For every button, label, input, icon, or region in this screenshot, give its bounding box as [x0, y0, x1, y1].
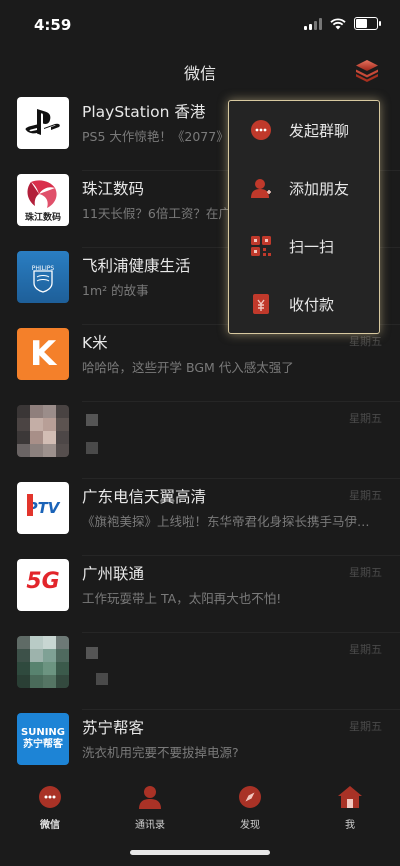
chat-name: 广东电信天翼高清 [82, 488, 207, 506]
page-title: 微信 [183, 64, 216, 83]
compass-icon [239, 786, 261, 808]
tab-label: 我 [345, 820, 355, 831]
chat-name: 苏宁帮客 [82, 719, 145, 737]
payment-icon [253, 294, 269, 314]
chat-time: 星期五 [349, 566, 382, 579]
blurred-avatar [17, 405, 69, 457]
tab-chats[interactable]: 微信 [0, 784, 100, 838]
chat-name: PlayStation 香港 [82, 103, 206, 121]
avatar: 5G [17, 559, 69, 611]
avatar [17, 97, 69, 149]
chat-snippet: 《旗袍美探》上线啦！东华帝君化身探长携手马伊… [82, 514, 370, 529]
chat-bubble-icon [251, 120, 271, 140]
avatar-label: K [29, 334, 57, 374]
add-person-icon [251, 179, 271, 198]
blurred-avatar [17, 636, 69, 688]
wifi-icon [330, 17, 346, 29]
blurred-name [86, 647, 98, 659]
tab-label: 通讯录 [135, 820, 165, 831]
chat-name: 广州联通 [82, 565, 145, 583]
tab-label: 微信 [40, 820, 60, 831]
philips-shield-icon [33, 270, 53, 293]
list-item[interactable]: K K米 哈哈哈，这些开学 BGM 代入感太强了 星期五 [0, 325, 400, 402]
chat-name: 飞利浦健康生活 [82, 257, 191, 275]
chat-time: 星期五 [349, 643, 382, 656]
avatar-label: 珠江数码 [24, 213, 61, 223]
menu-item-label: 扫一扫 [289, 238, 335, 256]
avatar: 珠江数码 [17, 174, 69, 226]
tab-contacts[interactable]: 通讯录 [100, 784, 200, 838]
nav-bar: 微信 [0, 48, 400, 94]
chat-snippet: 洗衣机用完要不要拔掉电源? [82, 745, 239, 760]
menu-item-payment[interactable]: 收付款 [229, 275, 379, 333]
home-icon [338, 786, 362, 808]
blurred-name [86, 414, 98, 426]
menu-item-add-friend[interactable]: 添加朋友 [229, 159, 379, 217]
menu-item-scan[interactable]: 扫一扫 [229, 217, 379, 275]
contacts-icon [139, 786, 161, 809]
avatar-label: PTV [26, 499, 60, 517]
avatar: PTV [17, 482, 69, 534]
menu-item-group-chat[interactable]: 发起群聊 [229, 101, 379, 159]
tab-label: 发现 [240, 820, 260, 831]
list-item[interactable]: 星期五 [0, 633, 400, 710]
menu-item-label: 添加朋友 [289, 180, 350, 198]
avatar [17, 636, 69, 688]
avatar: PHILIPS [17, 251, 69, 303]
battery-icon [354, 17, 381, 30]
playstation-logo [25, 109, 60, 135]
chat-time: 星期五 [349, 489, 382, 502]
signal-icon [304, 17, 322, 30]
chat-snippet: 哈哈哈，这些开学 BGM 代入感太强了 [82, 360, 294, 375]
avatar-label: SUNING 苏宁帮客 [21, 727, 65, 750]
avatar-accent [27, 494, 33, 516]
layers-icon[interactable] [354, 57, 380, 83]
chat-time: 星期五 [349, 412, 382, 425]
avatar [17, 405, 69, 457]
status-icons [304, 17, 381, 30]
chat-time: 星期五 [349, 335, 382, 348]
chat-snippet: 工作玩耍带上 TA，太阳再大也不怕! [82, 591, 282, 606]
menu-item-label: 发起群聊 [289, 122, 350, 140]
blurred-snippet [86, 442, 98, 454]
list-item[interactable]: 5G 广州联通 工作玩耍带上 TA，太阳再大也不怕! 星期五 [0, 556, 400, 633]
avatar: SUNING 苏宁帮客 [17, 713, 69, 765]
blurred-snippet [96, 673, 108, 685]
status-time: 4:59 [34, 16, 72, 34]
chat-name: 珠江数码 [82, 180, 145, 198]
list-item[interactable]: 星期五 [0, 402, 400, 479]
scan-icon [251, 236, 271, 256]
menu-item-label: 收付款 [289, 296, 335, 314]
home-indicator[interactable] [130, 850, 270, 855]
avatar: K [17, 328, 69, 380]
list-item[interactable]: PTV 广东电信天翼高清 《旗袍美探》上线啦！东华帝君化身探长携手马伊… 星期五 [0, 479, 400, 556]
chat-time: 星期五 [349, 720, 382, 733]
tab-discover[interactable]: 发现 [200, 784, 300, 838]
avatar-label: 5G [26, 569, 60, 594]
status-bar: 4:59 [0, 0, 400, 48]
chat-name: K米 [82, 334, 108, 352]
tab-me[interactable]: 我 [300, 784, 400, 838]
plus-dropdown-menu: 发起群聊 添加朋友 扫一扫 收付款 [228, 100, 380, 334]
chat-bubble-icon [39, 786, 61, 808]
